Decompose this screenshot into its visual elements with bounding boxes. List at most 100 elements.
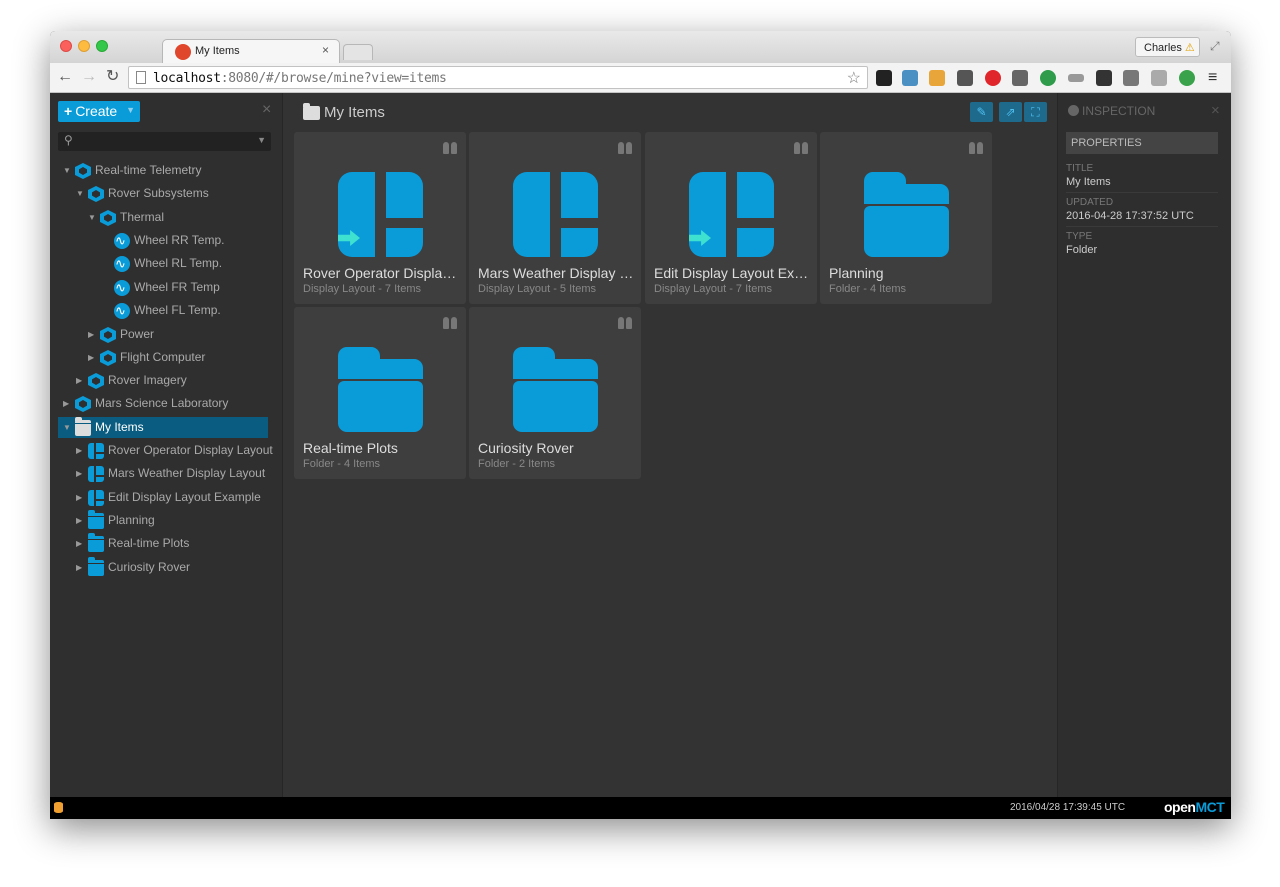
expand-arrow-icon[interactable]: ▼ xyxy=(76,183,86,204)
openmct-app: + Create ▼ × ⚲ ▼ ▼ Real-time Telemetry ▼ Rov… xyxy=(50,93,1231,797)
tree-item-label: My Items xyxy=(95,420,144,434)
tree-item[interactable]: Wheel RL Temp. xyxy=(102,253,268,274)
collapse-arrow-icon[interactable]: ▶ xyxy=(76,370,86,391)
tree-item-label: Thermal xyxy=(120,210,165,224)
tree-item[interactable]: ▼ Thermal xyxy=(88,207,268,228)
collapse-arrow-icon[interactable]: ▶ xyxy=(76,533,86,554)
tree-item[interactable]: ▼ Rover Subsystems xyxy=(76,183,268,204)
back-arrow-icon[interactable]: ← xyxy=(57,68,73,86)
item-card[interactable]: Mars Weather Display Layout Display Layou… xyxy=(469,132,641,304)
expand-arrow-icon[interactable]: ▼ xyxy=(63,417,73,438)
tree-item-label: Wheel FL Temp. xyxy=(134,303,221,317)
reload-icon[interactable]: ↻ xyxy=(106,68,119,86)
menu-icon[interactable]: ≡ xyxy=(1208,69,1217,87)
close-pane-icon[interactable]: × xyxy=(262,101,271,119)
expand-arrow-icon[interactable]: ▼ xyxy=(63,160,73,181)
tree-item-label: Real-time Plots xyxy=(108,536,190,550)
collapse-arrow-icon[interactable]: ▶ xyxy=(88,324,98,345)
opera-extension-icon[interactable] xyxy=(985,70,1001,86)
search-menu-icon[interactable]: ▼ xyxy=(257,135,266,145)
tree-item[interactable]: ▼ Real-time Telemetry xyxy=(63,160,268,181)
folder-icon xyxy=(75,417,91,436)
tree-item[interactable]: ▶ Power xyxy=(88,324,268,345)
tree-item[interactable]: Wheel FR Temp xyxy=(102,277,268,298)
tree-item[interactable]: Wheel FL Temp. xyxy=(102,300,268,321)
recycle-extension-icon[interactable] xyxy=(1012,70,1028,86)
layout-icon xyxy=(88,466,104,482)
eyedropper-extension-icon[interactable] xyxy=(957,70,973,86)
edit-pencil-button[interactable]: ✎ xyxy=(970,102,993,122)
tree-item[interactable]: ▶ Planning xyxy=(76,510,268,531)
tree-item[interactable]: ▼ My Items xyxy=(58,417,268,438)
close-inspector-icon[interactable]: × xyxy=(1211,102,1220,119)
cube-icon xyxy=(100,210,116,226)
page-title: My Items xyxy=(324,104,385,121)
item-meta: Folder - 4 Items xyxy=(829,283,907,295)
search-input[interactable]: ⚲ ▼ xyxy=(58,132,271,151)
tree-item-label: Real-time Telemetry xyxy=(95,163,202,177)
tree-item-label: Rover Imagery xyxy=(108,373,187,387)
screenshot-extension-icon[interactable] xyxy=(902,70,918,86)
basket-extension-icon[interactable] xyxy=(929,70,945,86)
item-card[interactable]: Planning Folder - 4 Items xyxy=(820,132,992,304)
tree-item[interactable]: ▶ Rover Imagery xyxy=(76,370,268,391)
database-icon[interactable] xyxy=(54,802,63,813)
item-meta: Display Layout - 7 Items xyxy=(303,283,421,295)
dark-extension-icon[interactable] xyxy=(1096,70,1112,86)
tree-item[interactable]: ▶ Mars Weather Display Layout xyxy=(76,463,268,484)
fullscreen-icon[interactable]: ⤢ xyxy=(1210,39,1220,54)
collapse-arrow-icon[interactable]: ▶ xyxy=(76,557,86,578)
eye-icon xyxy=(1068,105,1079,116)
collapse-arrow-icon[interactable]: ▶ xyxy=(76,487,86,508)
collapse-arrow-icon[interactable]: ▶ xyxy=(76,463,86,484)
shared-users-icon xyxy=(794,142,808,154)
tree-item-label: Flight Computer xyxy=(120,350,206,364)
collapse-arrow-icon[interactable]: ▶ xyxy=(63,393,73,414)
tree-item-label: Rover Operator Display Layout xyxy=(108,443,273,457)
profile-button[interactable]: Charles ⚠ xyxy=(1135,37,1200,57)
forward-arrow-icon[interactable]: → xyxy=(81,68,97,86)
xml-extension-icon[interactable] xyxy=(1068,74,1084,82)
tree-item[interactable]: ▶ Real-time Plots xyxy=(76,533,268,554)
expand-arrow-icon[interactable]: ▼ xyxy=(88,207,98,228)
extension-icon[interactable] xyxy=(876,70,892,86)
browser-window: My Items × Charles ⚠ ⤢ ← → ↻ localhost:80… xyxy=(50,31,1231,819)
fullscreen-button[interactable]: ⛶ xyxy=(1024,102,1047,122)
paint-extension-icon[interactable] xyxy=(1151,70,1167,86)
browser-tab[interactable]: My Items × xyxy=(162,39,340,63)
item-name: Mars Weather Display Layout xyxy=(478,265,636,281)
tree-item[interactable]: ▶ Flight Computer xyxy=(88,347,268,368)
folder-icon xyxy=(303,103,320,120)
minimize-window-button[interactable] xyxy=(78,40,90,52)
close-window-button[interactable] xyxy=(60,40,72,52)
collapse-arrow-icon[interactable]: ▶ xyxy=(76,440,86,461)
cube-icon xyxy=(75,396,91,412)
bookmark-star-icon[interactable]: ☆ xyxy=(847,68,861,88)
g-extension-icon[interactable] xyxy=(1123,70,1139,86)
folder-icon xyxy=(88,533,104,552)
telemetry-icon xyxy=(114,230,130,251)
tab-close-icon[interactable]: × xyxy=(322,43,329,57)
item-card[interactable]: Real-time Plots Folder - 4 Items xyxy=(294,307,466,479)
maximize-window-button[interactable] xyxy=(96,40,108,52)
tree-item[interactable]: ▶ Curiosity Rover xyxy=(76,557,268,578)
item-card[interactable]: Rover Operator Display Layout Display Lay… xyxy=(294,132,466,304)
tree-item[interactable]: ▶ Mars Science Laboratory xyxy=(63,393,268,414)
tree-item[interactable]: Wheel RR Temp. xyxy=(102,230,268,251)
cube-icon xyxy=(100,350,116,366)
item-card[interactable]: Curiosity Rover Folder - 2 Items xyxy=(469,307,641,479)
new-tab-button[interactable] xyxy=(343,44,373,60)
tree-item[interactable]: ▶ Edit Display Layout Example xyxy=(76,487,268,508)
sync-extension-icon[interactable] xyxy=(1179,70,1195,86)
item-card[interactable]: Edit Display Layout Example Display Layou… xyxy=(645,132,817,304)
collapse-arrow-icon[interactable]: ▶ xyxy=(76,510,86,531)
green-extension-icon[interactable] xyxy=(1040,70,1056,86)
create-button[interactable]: + Create ▼ xyxy=(58,101,140,122)
tree-item-label: Curiosity Rover xyxy=(108,560,191,574)
tree-item[interactable]: ▶ Rover Operator Display Layout xyxy=(76,440,273,461)
collapse-arrow-icon[interactable]: ▶ xyxy=(88,347,98,368)
shared-users-icon xyxy=(969,142,983,154)
profile-name: Charles xyxy=(1144,42,1182,54)
new-window-button[interactable]: ⇗ xyxy=(999,102,1022,122)
address-bar[interactable]: localhost:8080/#/browse/mine?view=items … xyxy=(128,66,868,89)
